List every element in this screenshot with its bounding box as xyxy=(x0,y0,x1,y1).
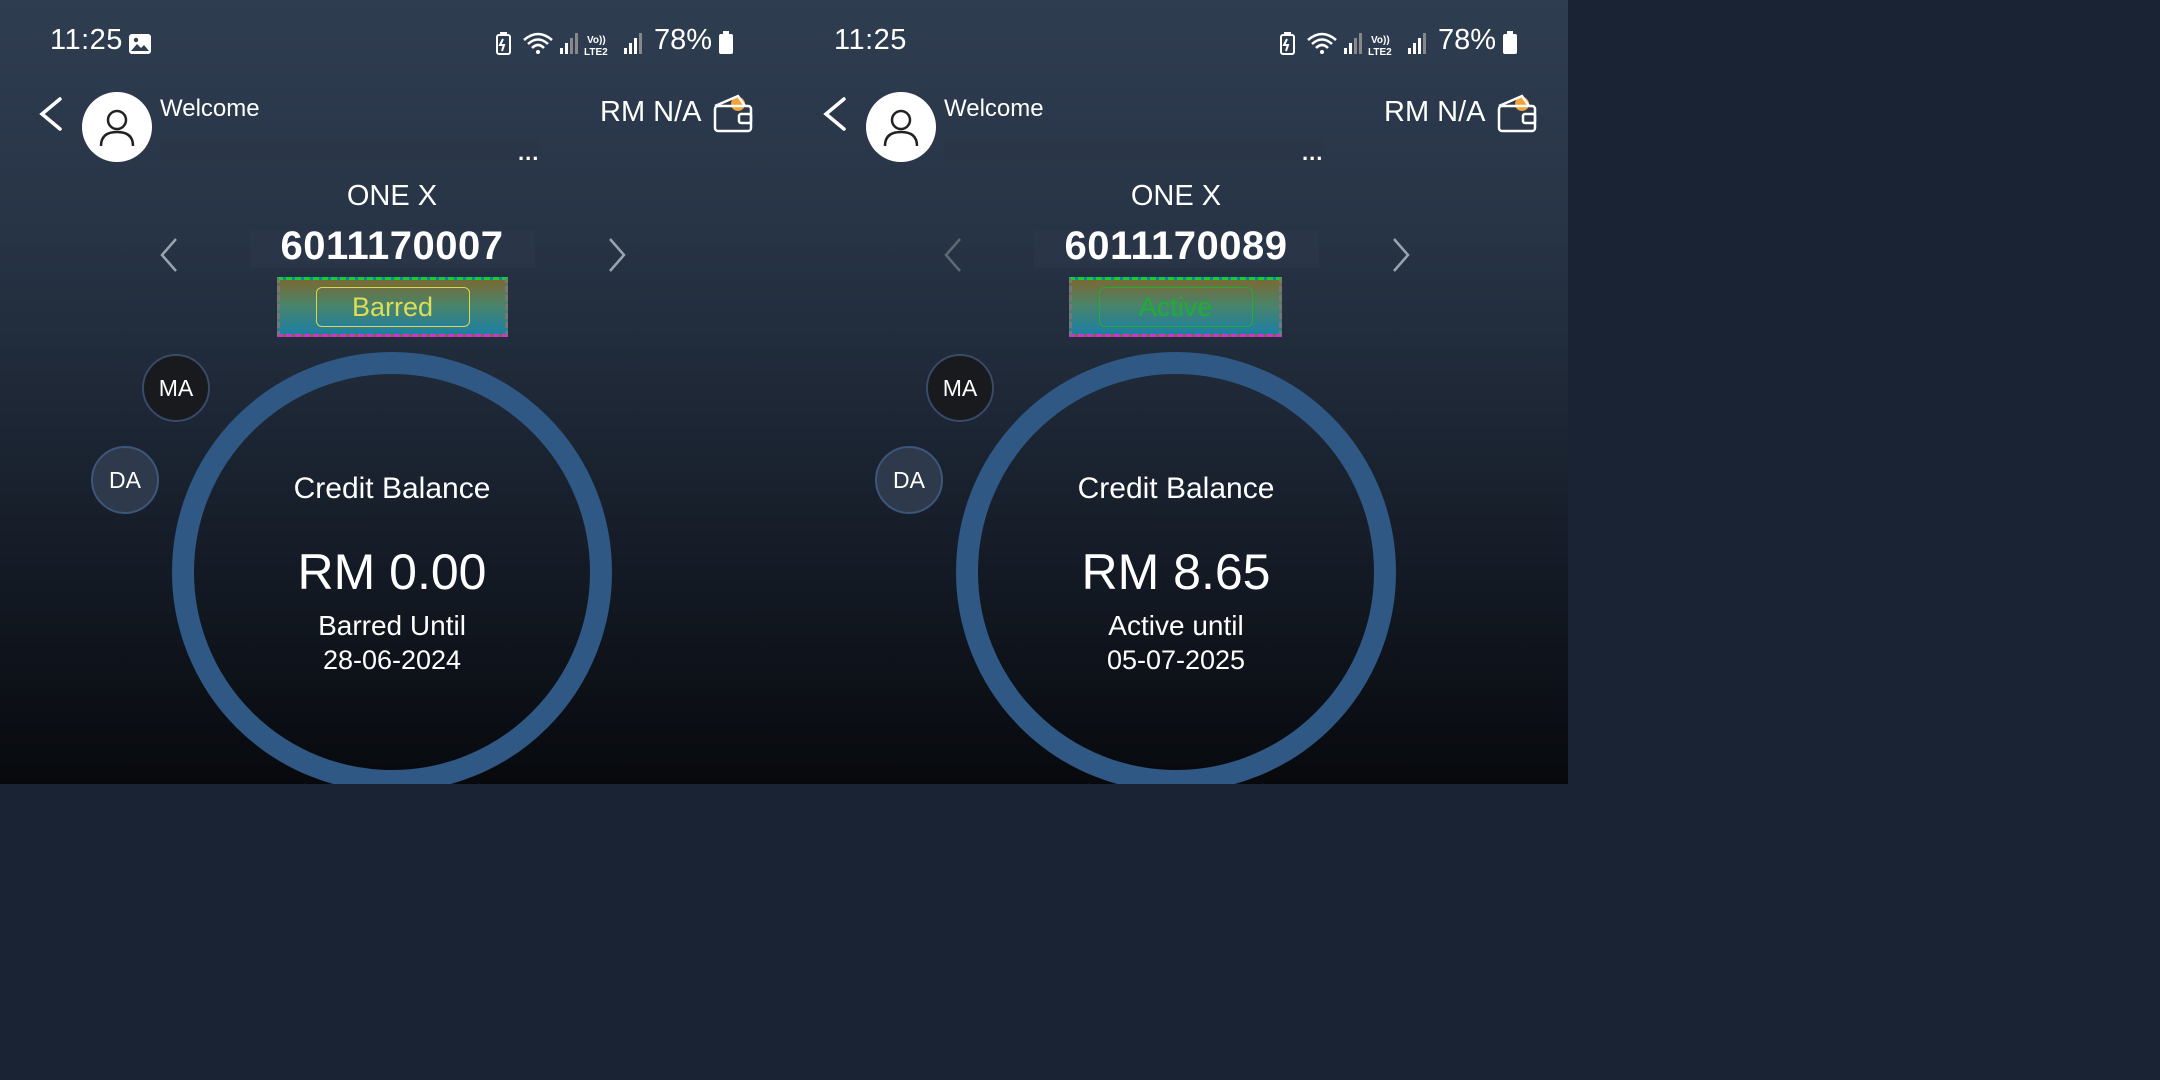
svg-text:LTE2: LTE2 xyxy=(584,47,608,58)
wallet-icon[interactable] xyxy=(1496,92,1538,134)
avatar[interactable] xyxy=(82,92,152,162)
network-status-icons: Vo)) LTE2 xyxy=(1280,32,1426,58)
battery-percentage: 78% xyxy=(1438,24,1497,56)
user-name-placeholder xyxy=(160,140,538,164)
phone-screen-left: 11:25 Vo)) LTE2 78% Welcome ... RM N/A O… xyxy=(0,0,784,784)
user-icon xyxy=(99,109,135,147)
ma-button[interactable]: MA xyxy=(926,354,994,422)
wallet-balance: RM N/A xyxy=(1384,96,1486,128)
wallet-icon[interactable] xyxy=(712,92,754,134)
more-indicator: ... xyxy=(518,140,540,165)
svg-text:Vo)): Vo)) xyxy=(1371,35,1390,46)
validity-label: Barred Until xyxy=(318,610,466,641)
credit-amount: RM 8.65 xyxy=(1081,544,1271,600)
chevron-right-icon[interactable] xyxy=(1390,236,1412,274)
gallery-notification-icon xyxy=(129,34,151,54)
wallet-balance: RM N/A xyxy=(600,96,702,128)
status-badge: Active xyxy=(1098,287,1253,327)
ma-button[interactable]: MA xyxy=(142,354,210,422)
phone-number: 6011170007 xyxy=(280,224,504,268)
battery-icon xyxy=(719,31,733,54)
back-arrow-icon[interactable] xyxy=(820,96,850,132)
welcome-text: Welcome xyxy=(944,95,1044,122)
avatar[interactable] xyxy=(866,92,936,162)
validity-date: 05-07-2025 xyxy=(1106,645,1246,675)
chevron-left-icon[interactable] xyxy=(942,236,964,274)
back-arrow-icon[interactable] xyxy=(36,96,66,132)
chevron-right-icon[interactable] xyxy=(606,236,628,274)
phone-number: 6011170089 xyxy=(1064,224,1288,268)
status-badge: Barred xyxy=(315,287,470,327)
status-time: 11:25 xyxy=(834,24,907,56)
validity-date: 28-06-2024 xyxy=(322,645,462,675)
status-highlight: Active xyxy=(1069,277,1282,337)
credit-amount: RM 0.00 xyxy=(297,544,487,600)
chevron-left-icon[interactable] xyxy=(158,236,180,274)
battery-icon xyxy=(1503,31,1517,54)
battery-percentage: 78% xyxy=(654,24,713,56)
phone-screen-right: 11:25 Vo)) LTE2 78% Welcome ... RM N/A O… xyxy=(784,0,1568,784)
plan-name: ONE X xyxy=(1130,180,1222,212)
user-icon xyxy=(883,109,919,147)
validity-label: Active until xyxy=(1108,610,1244,641)
svg-text:LTE2: LTE2 xyxy=(1368,47,1392,58)
more-indicator: ... xyxy=(1302,140,1324,165)
network-status-icons: Vo)) LTE2 xyxy=(496,32,642,58)
plan-name: ONE X xyxy=(346,180,438,212)
status-highlight: Barred xyxy=(277,277,508,337)
user-name-placeholder xyxy=(944,140,1322,164)
credit-balance-label: Credit Balance xyxy=(293,472,491,505)
status-time: 11:25 xyxy=(50,24,123,56)
welcome-text: Welcome xyxy=(160,95,260,122)
credit-balance-label: Credit Balance xyxy=(1077,472,1275,505)
volte-text: Vo)) xyxy=(587,35,606,46)
